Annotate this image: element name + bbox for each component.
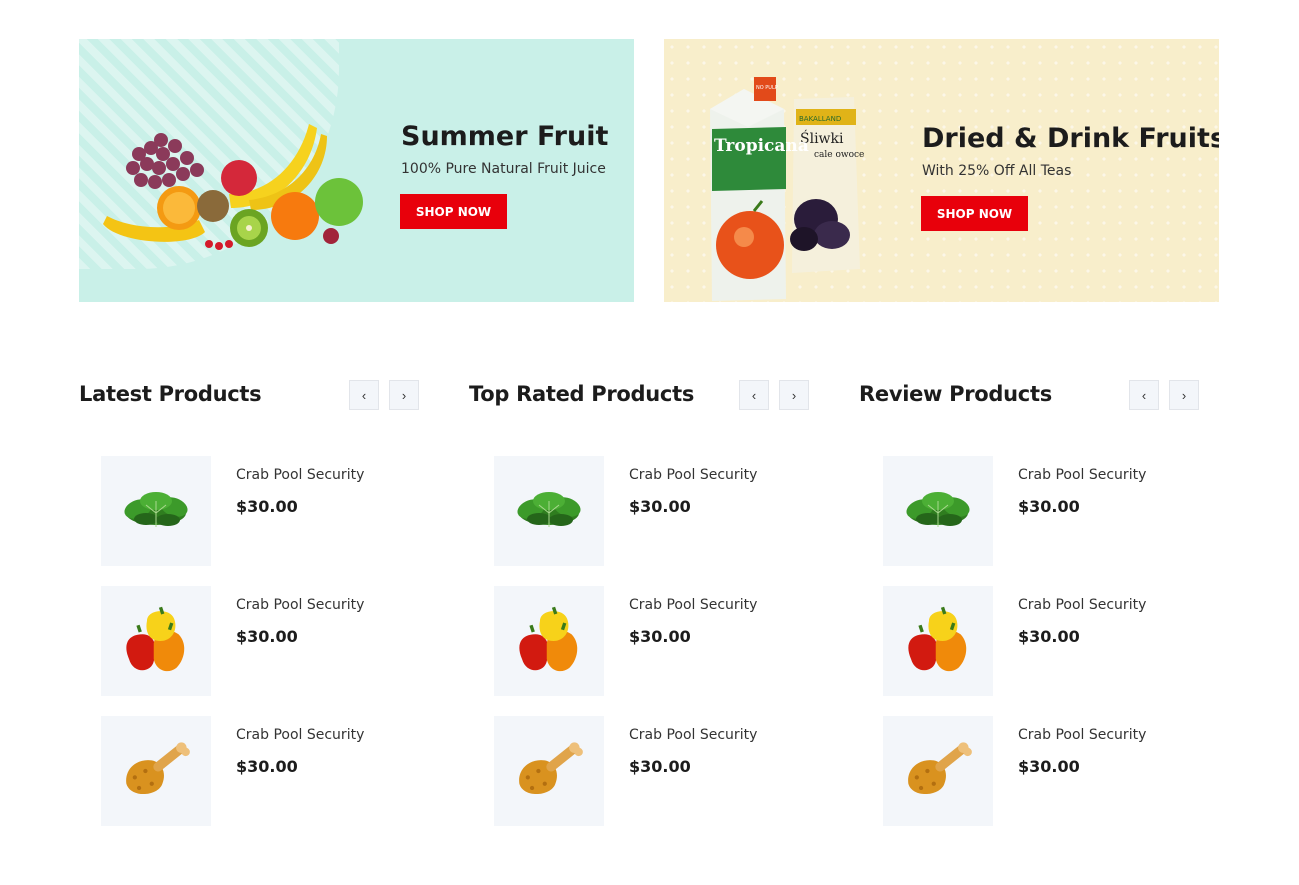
product-item[interactable]: Crab Pool Security $30.00 [494,456,812,566]
product-name[interactable]: Crab Pool Security [1018,467,1146,483]
product-item[interactable]: Crab Pool Security $30.00 [883,586,1201,696]
shop-now-button[interactable]: SHOP NOW [921,196,1028,231]
juice-cap-text: NO PULP [756,85,778,91]
product-name[interactable]: Crab Pool Security [236,597,364,613]
bell-peppers-image[interactable] [883,586,993,696]
section-title: Top Rated Products [469,382,695,406]
fried-chicken-image[interactable] [883,716,993,826]
banner-title: Dried & Drink Fruits [922,123,1219,154]
bag-sub-text: cale owoce [814,150,864,160]
product-price: $30.00 [236,627,298,646]
banner-subtitle: 100% Pure Natural Fruit Juice [401,161,606,177]
product-item[interactable]: Crab Pool Security $30.00 [101,456,419,566]
next-arrow-button[interactable]: › [389,380,419,410]
banner-title: Summer Fruit [401,121,609,152]
product-name[interactable]: Crab Pool Security [236,467,364,483]
spinach-image[interactable] [494,456,604,566]
top-rated-products-section: Top Rated Products ‹ › Crab Pool Securit… [469,380,809,850]
next-arrow-button[interactable]: › [779,380,809,410]
juice-brand-text: Tropicana [714,136,809,156]
spinach-image[interactable] [883,456,993,566]
fruit-basket-image [103,124,363,250]
product-name[interactable]: Crab Pool Security [629,467,757,483]
section-title: Review Products [859,382,1052,406]
product-name[interactable]: Crab Pool Security [629,597,757,613]
spinach-image[interactable] [101,456,211,566]
section-title: Latest Products [79,382,262,406]
review-products-section: Review Products ‹ › Crab Pool Security $… [859,380,1199,850]
product-item[interactable]: Crab Pool Security $30.00 [883,716,1201,826]
product-price: $30.00 [629,497,691,516]
product-name[interactable]: Crab Pool Security [629,727,757,743]
bell-peppers-image[interactable] [494,586,604,696]
prev-arrow-button[interactable]: ‹ [1129,380,1159,410]
product-price: $30.00 [1018,627,1080,646]
product-item[interactable]: Crab Pool Security $30.00 [883,456,1201,566]
product-item[interactable]: Crab Pool Security $30.00 [494,586,812,696]
product-item[interactable]: Crab Pool Security $30.00 [494,716,812,826]
latest-products-section: Latest Products ‹ › Crab Pool Security $… [79,380,419,850]
product-price: $30.00 [236,757,298,776]
product-name[interactable]: Crab Pool Security [1018,727,1146,743]
bag-brand-text: BAKALLAND [799,115,841,123]
product-item[interactable]: Crab Pool Security $30.00 [101,716,419,826]
shop-now-button[interactable]: SHOP NOW [400,194,507,229]
banner-summer-fruit[interactable]: Summer Fruit 100% Pure Natural Fruit Jui… [79,39,634,302]
banner-dried-drink-fruits[interactable]: BAKALLAND Śliwki cale owoce NO PULP Trop… [664,39,1219,302]
banner-subtitle: With 25% Off All Teas [922,163,1072,179]
prev-arrow-button[interactable]: ‹ [739,380,769,410]
next-arrow-button[interactable]: › [1169,380,1199,410]
fried-chicken-image[interactable] [494,716,604,826]
product-name[interactable]: Crab Pool Security [236,727,364,743]
product-price: $30.00 [629,757,691,776]
product-item[interactable]: Crab Pool Security $30.00 [101,586,419,696]
juice-and-dried-fruit-image: BAKALLAND Śliwki cale owoce NO PULP Trop… [710,77,864,301]
product-price: $30.00 [1018,757,1080,776]
prev-arrow-button[interactable]: ‹ [349,380,379,410]
product-price: $30.00 [629,627,691,646]
bell-peppers-image[interactable] [101,586,211,696]
product-price: $30.00 [236,497,298,516]
product-price: $30.00 [1018,497,1080,516]
product-name[interactable]: Crab Pool Security [1018,597,1146,613]
fried-chicken-image[interactable] [101,716,211,826]
